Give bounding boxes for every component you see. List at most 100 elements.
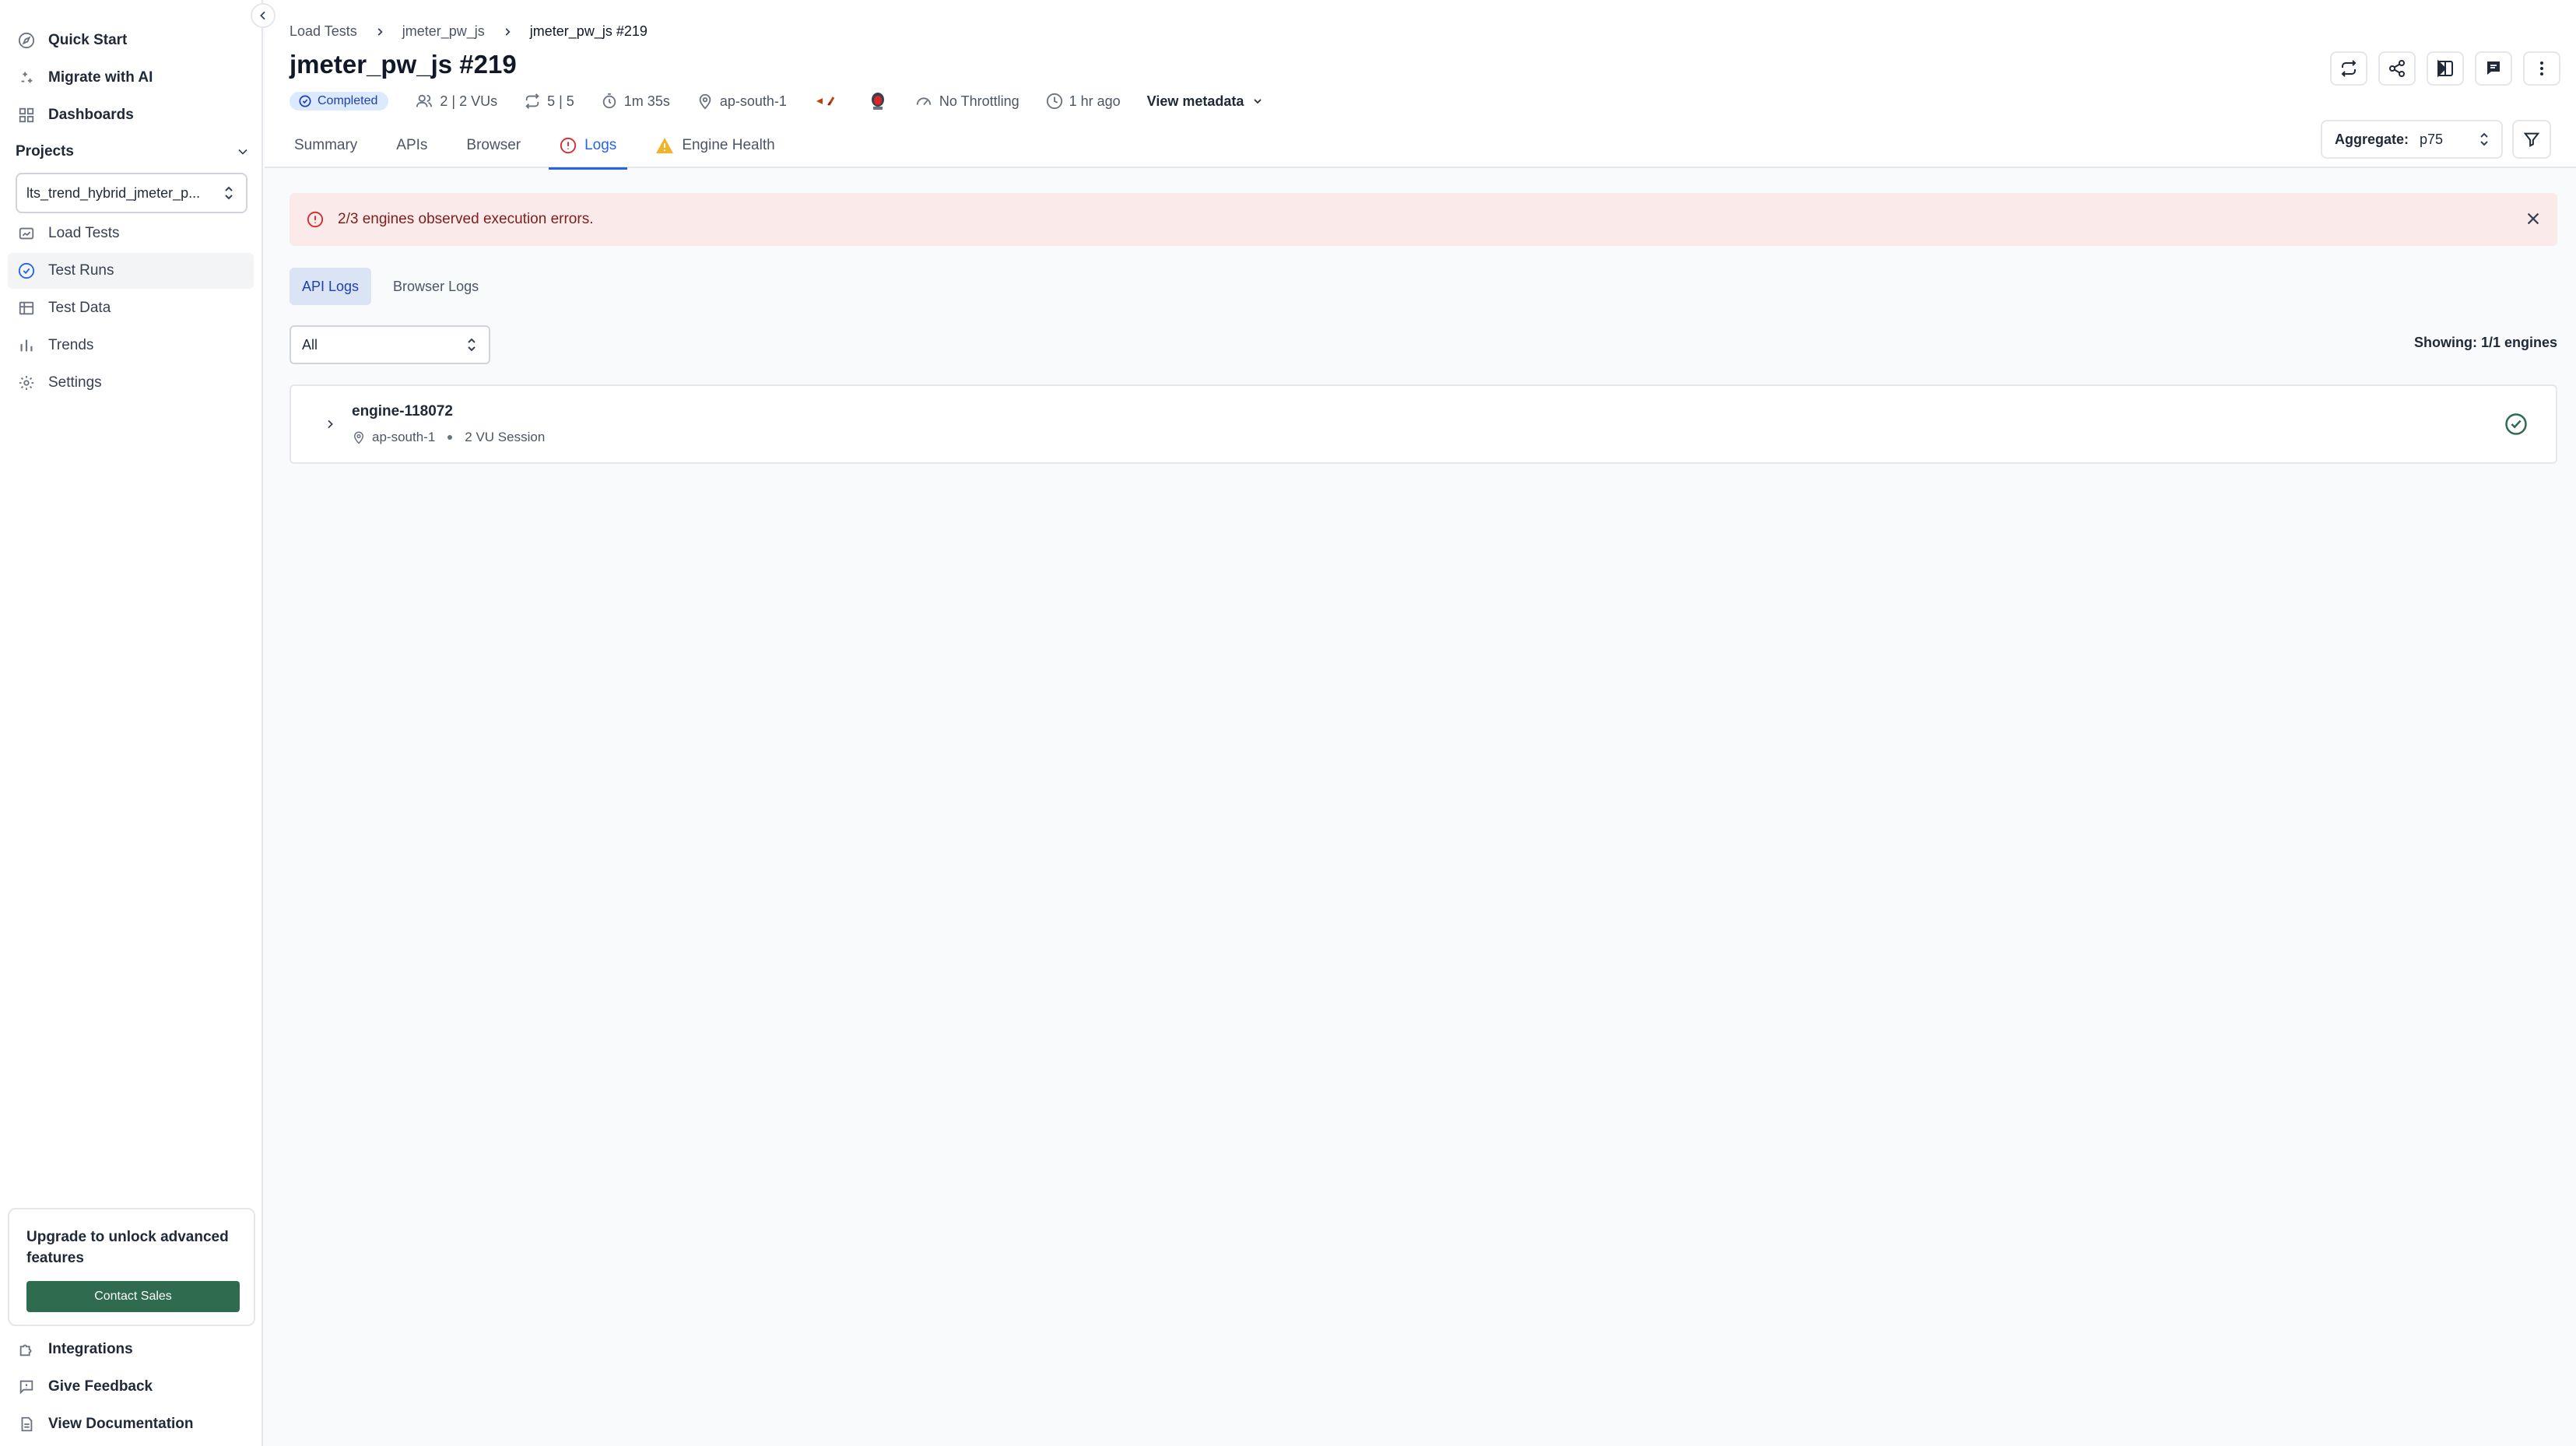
tab-apis[interactable]: APIs (385, 123, 438, 168)
sidebar-item-label: Trends (48, 337, 94, 353)
throttling-meta: No Throttling (914, 93, 1020, 110)
breadcrumb-test[interactable]: jmeter_pw_js (402, 23, 485, 40)
sidebar-item-migrate-with-ai[interactable]: Migrate with AI (8, 60, 254, 96)
users-icon (415, 93, 433, 110)
share-button[interactable] (2378, 51, 2416, 86)
project-selector-value: lts_trend_hybrid_jmeter_p... (26, 184, 201, 201)
sidebar-item-settings[interactable]: Settings (8, 365, 254, 401)
gauge-icon (914, 93, 933, 110)
comments-button[interactable] (2475, 51, 2512, 86)
sidebar-item-give-feedback[interactable]: Give Feedback (8, 1369, 254, 1405)
sidebar-item-view-documentation[interactable]: View Documentation (8, 1406, 254, 1442)
compare-button[interactable] (2427, 51, 2464, 86)
tab-browser-logs[interactable]: Browser Logs (381, 268, 491, 305)
sidebar-item-test-data[interactable]: Test Data (8, 290, 254, 326)
repeat-icon (524, 93, 541, 110)
sidebar-item-test-runs[interactable]: Test Runs (8, 253, 254, 289)
close-icon[interactable] (2525, 210, 2542, 227)
grid-icon (17, 106, 36, 125)
sidebar-item-trends[interactable]: Trends (8, 328, 254, 363)
chevron-right-icon[interactable] (324, 417, 336, 431)
tab-label: Engine Health (682, 137, 775, 153)
table-icon (17, 299, 36, 318)
sidebar-item-label: View Documentation (48, 1416, 194, 1432)
view-metadata-dropdown[interactable]: View metadata (1147, 93, 1265, 110)
sidebar-item-load-tests[interactable]: Load Tests (8, 216, 254, 251)
sidebar-item-label: Give Feedback (48, 1378, 153, 1395)
duration-text: 1m 35s (623, 93, 670, 109)
log-type-tabs: API Logs Browser Logs (290, 268, 491, 305)
tab-label: APIs (396, 137, 428, 153)
aggregate-label: Aggregate: (2335, 131, 2409, 147)
header-actions (2330, 51, 2560, 86)
tab-label: Browser (466, 137, 521, 153)
upgrade-card: Upgrade to unlock advanced features Cont… (8, 1208, 255, 1326)
project-selector[interactable]: lts_trend_hybrid_jmeter_p... (16, 173, 247, 213)
engine-filter-select[interactable]: All (290, 325, 490, 364)
tab-label: Logs (584, 137, 617, 153)
sidebar-item-label: Settings (48, 374, 102, 391)
run-meta-row: Completed 2 | 2 VUs 5 | 5 1m 35s ap-sout… (290, 89, 1264, 114)
sidebar-item-label: Quick Start (48, 32, 128, 48)
run-tabs: Summary APIs Browser Logs Engine Health (283, 123, 803, 170)
filter-button[interactable] (2512, 120, 2551, 159)
tab-api-logs[interactable]: API Logs (290, 268, 372, 305)
error-alert: 2/3 engines observed execution errors. (290, 193, 2557, 246)
engine-name: engine-118072 (352, 403, 453, 419)
projects-section-header[interactable]: Projects (16, 140, 251, 163)
throttling-text: No Throttling (939, 93, 1020, 109)
chevron-left-icon (257, 9, 269, 22)
aggregate-value: p75 (2420, 131, 2444, 147)
region-text: ap-south-1 (719, 93, 787, 109)
tab-logs[interactable]: Logs (549, 123, 628, 170)
sidebar-item-dashboards[interactable]: Dashboards (8, 97, 254, 133)
sidebar-item-quick-start[interactable]: Quick Start (8, 23, 254, 58)
sidebar-item-label: Dashboards (48, 107, 134, 123)
status-text: Completed (318, 94, 378, 107)
view-metadata-label: View metadata (1146, 93, 1244, 109)
gear-icon (17, 374, 36, 392)
up-down-chevron-icon (223, 184, 235, 202)
sidebar-item-integrations[interactable]: Integrations (8, 1332, 254, 1367)
more-options-button[interactable] (2523, 51, 2560, 86)
engine-filter-value: All (302, 336, 318, 353)
aggregate-select[interactable]: Aggregate: p75 (2321, 120, 2503, 159)
breadcrumb-load-tests[interactable]: Load Tests (290, 23, 357, 40)
up-down-chevron-icon (2478, 131, 2490, 148)
stopwatch-icon (601, 93, 618, 110)
clock-icon (1046, 93, 1063, 110)
run-header: Load Tests jmeter_pw_js jmeter_pw_js #21… (265, 0, 2576, 170)
sidebar-item-label: Migrate with AI (48, 69, 153, 86)
rerun-button[interactable] (2330, 51, 2367, 86)
time-meta: 1 hr ago (1046, 93, 1121, 110)
playwright-logo-icon (868, 90, 888, 112)
collapse-sidebar-button[interactable] (251, 3, 275, 28)
sidebar-item-label: Integrations (48, 1341, 133, 1357)
upgrade-text: Upgrade to unlock advanced features (26, 1229, 229, 1266)
vus-meta: 2 | 2 VUs (415, 93, 497, 110)
status-badge: Completed (290, 92, 389, 111)
contact-sales-button[interactable]: Contact Sales (26, 1281, 240, 1312)
duration-meta: 1m 35s (601, 93, 670, 110)
success-check-icon (2504, 412, 2528, 436)
alert-message: 2/3 engines observed execution errors. (338, 211, 594, 227)
breadcrumb: Load Tests jmeter_pw_js jmeter_pw_js #21… (290, 23, 648, 40)
test-runs-icon (17, 261, 36, 280)
engine-row[interactable]: engine-118072 ap-south-1 2 VU Session (290, 384, 2557, 464)
page-title: jmeter_pw_js #219 (290, 50, 517, 79)
main-content: Load Tests jmeter_pw_js jmeter_pw_js #21… (265, 0, 2576, 1446)
sparkle-icon (17, 68, 36, 87)
share-icon (2388, 59, 2406, 78)
tab-summary[interactable]: Summary (283, 123, 368, 168)
jmeter-logo-icon (813, 93, 841, 109)
tab-browser[interactable]: Browser (455, 123, 532, 168)
repeat-icon (2339, 59, 2358, 78)
more-vertical-icon (2532, 59, 2551, 78)
vus-text: 2 | 2 VUs (440, 93, 498, 109)
chevron-right-icon (357, 26, 402, 37)
iterations-meta: 5 | 5 (524, 93, 574, 110)
engine-session: 2 VU Session (465, 430, 546, 444)
tab-label: Summary (294, 137, 358, 153)
puzzle-icon (17, 1340, 36, 1359)
tab-engine-health[interactable]: Engine Health (644, 123, 785, 168)
